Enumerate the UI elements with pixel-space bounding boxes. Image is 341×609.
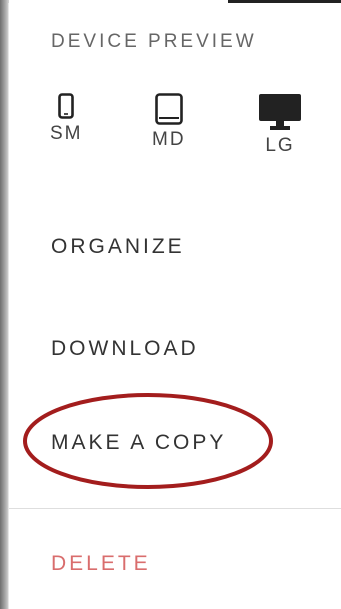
device-preview-heading: DEVICE PREVIEW	[51, 31, 257, 52]
menu-divider	[9, 508, 341, 509]
device-preview-md-button[interactable]: MD	[152, 93, 186, 151]
device-preview-md-label: MD	[152, 129, 186, 150]
device-preview-sm-label: SM	[50, 123, 83, 144]
screenshot-stage: DEVICE PREVIEW SM MD LG ORGANIZE DOWNLOA…	[0, 0, 341, 609]
phone-icon	[58, 93, 75, 119]
download-menu-item[interactable]: DOWNLOAD	[51, 337, 199, 361]
device-preview-lg-button[interactable]: LG	[258, 93, 302, 157]
desktop-monitor-icon	[259, 94, 301, 130]
tablet-icon	[154, 93, 183, 125]
make-a-copy-menu-item[interactable]: MAKE A COPY	[51, 431, 226, 455]
device-preview-lg-label: LG	[265, 135, 295, 156]
organize-menu-item[interactable]: ORGANIZE	[51, 235, 185, 259]
options-dropdown-menu: DEVICE PREVIEW SM MD LG ORGANIZE DOWNLOA…	[9, 3, 341, 609]
background-page-edge	[0, 0, 9, 609]
delete-menu-item[interactable]: DELETE	[51, 552, 151, 576]
device-preview-sm-button[interactable]: SM	[50, 93, 83, 145]
